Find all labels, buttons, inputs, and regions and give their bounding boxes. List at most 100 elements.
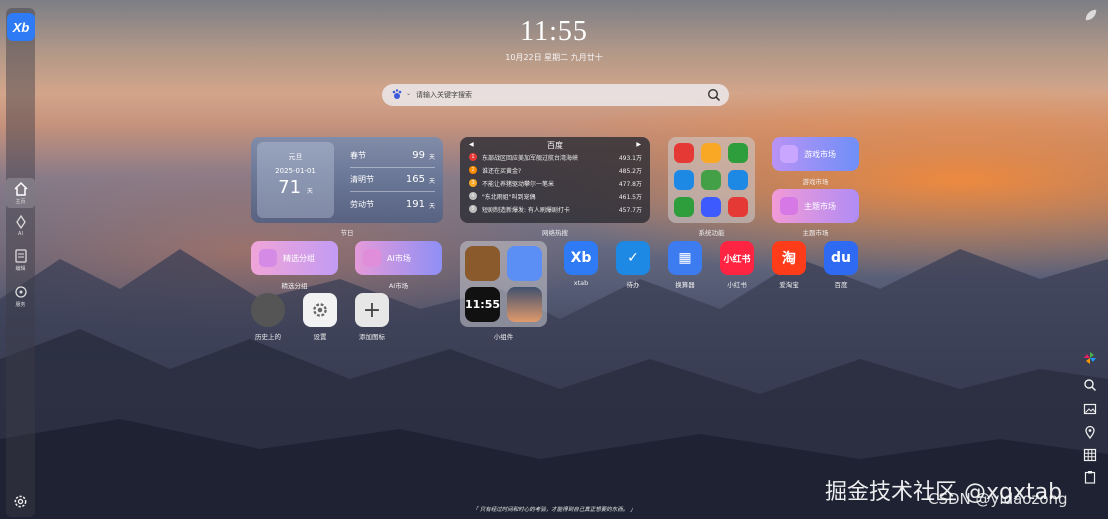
- app-caption: 爱淘宝: [779, 281, 799, 289]
- hot-search-caption: 网络热搜: [542, 229, 568, 237]
- folder-icon: [259, 249, 277, 267]
- hot-search-value: 477.8万: [618, 181, 642, 188]
- app-caption: 百度: [834, 281, 848, 289]
- sysfn-app-icon[interactable]: [728, 170, 748, 190]
- sysfn-app-icon[interactable]: [674, 143, 694, 163]
- pinwheel-icon[interactable]: [1083, 351, 1097, 365]
- app-glyph: ▦: [678, 250, 692, 266]
- clipboard-icon[interactable]: [1083, 470, 1097, 484]
- game-market-caption: 游戏市场: [802, 178, 829, 186]
- settings-app-button[interactable]: [303, 293, 337, 327]
- holiday-widget[interactable]: 元旦 2025-01-01 71 天 春节 99 天 清明节 165 天 劳动节 191 天: [251, 137, 443, 223]
- hot-search-text: "东北雨姐"叫到宠偶: [482, 194, 536, 201]
- featured-group-caption: 精选分组: [281, 282, 308, 290]
- clock-widget[interactable]: 11:55: [465, 287, 500, 322]
- app-caption: 历史上的: [255, 333, 281, 341]
- theme-market-caption: 主题市场: [802, 229, 829, 237]
- robot-icon: [363, 249, 381, 267]
- left-sidebar: Xb 主页 AI 编辑 服务: [6, 8, 35, 517]
- grid-icon[interactable]: [1083, 448, 1097, 462]
- home-icon: [13, 181, 28, 196]
- divider: [350, 191, 435, 192]
- sysfn-app-icon[interactable]: [728, 197, 748, 217]
- app-icon-5[interactable]: du: [824, 241, 858, 275]
- hot-search-text: 不能让养猪驱动攀尔一笔米: [482, 181, 555, 188]
- sidebar-item-edit[interactable]: 编辑: [6, 248, 35, 272]
- hot-search-title: 百度: [547, 141, 563, 150]
- sysfn-app-icon[interactable]: [674, 197, 694, 217]
- hot-search-value: 485.2万: [618, 168, 642, 175]
- app-caption: xtab: [573, 279, 589, 287]
- app-glyph: ✓: [627, 250, 639, 266]
- app-icon-3[interactable]: 小红书: [720, 241, 754, 275]
- rank-badge: 1: [469, 153, 477, 161]
- rank-badge: 3: [469, 179, 477, 187]
- hot-search-item[interactable]: 3 不能让养猪驱动攀尔一笔米 477.8万: [469, 178, 644, 189]
- hot-search-text: 谁还在买黄金?: [482, 168, 522, 175]
- note-icon: [14, 249, 27, 263]
- gear-icon: [313, 303, 327, 317]
- location-icon[interactable]: [1083, 425, 1097, 439]
- rank-badge: 5: [469, 205, 477, 213]
- search-icon[interactable]: [1083, 378, 1097, 392]
- sidebar-item-ai[interactable]: AI: [6, 214, 35, 237]
- ai-market-caption: AI市场: [388, 282, 409, 290]
- sidebar-item-service[interactable]: 服务: [6, 284, 35, 308]
- system-functions-widget[interactable]: [668, 137, 755, 223]
- clock-date: 10月22日 星期二 九月廿十: [505, 53, 603, 62]
- rank-badge: 4: [469, 192, 477, 200]
- holiday-main: 元旦 2025-01-01 71 天: [257, 142, 334, 218]
- app-caption: 待办: [626, 281, 640, 289]
- engine-chevron-icon[interactable]: ⌄: [406, 90, 411, 97]
- image-widget-icon[interactable]: [507, 246, 542, 281]
- sysfn-app-icon[interactable]: [674, 170, 694, 190]
- hot-search-item[interactable]: 5 短剧制造新爆发: 有人刷爆剧打卡 457.7万: [469, 204, 644, 215]
- sidebar-item-home[interactable]: 主页: [6, 178, 35, 208]
- app-icon-0[interactable]: Xb: [564, 241, 598, 275]
- search-bar[interactable]: ⌄ 请输入关键字搜索: [382, 84, 729, 106]
- app-glyph: 淘: [782, 251, 796, 267]
- widgets-group[interactable]: 11:55: [460, 241, 547, 327]
- next-arrow-icon[interactable]: ▶: [636, 141, 641, 148]
- sysfn-app-icon[interactable]: [701, 170, 721, 190]
- baidu-paw-icon[interactable]: [391, 88, 403, 100]
- hot-search-text: 短剧制造新爆发: 有人刷爆剧打卡: [482, 207, 570, 214]
- clock-time: 11:55: [520, 16, 588, 47]
- hot-search-value: 457.7万: [618, 207, 642, 214]
- sysfn-caption: 系统功能: [698, 229, 725, 237]
- watermark-csdn: CSDN @yidaozong: [928, 490, 1068, 508]
- hot-search-item[interactable]: 1 东部战区回应美加军舰过航台湾海峡 493.1万: [469, 152, 644, 163]
- service-icon: [14, 286, 27, 298]
- wallpaper-widget-thumb[interactable]: [507, 287, 542, 322]
- history-avatar[interactable]: [251, 293, 285, 327]
- ai-market-button[interactable]: AI市场: [355, 241, 442, 275]
- hot-search-widget[interactable]: ◀ 百度 ▶ 1 东部战区回应美加军舰过航台湾海峡 493.1万 2 谁还在买黄金? 48…: [460, 137, 650, 223]
- app-caption: 设置: [313, 333, 327, 341]
- app-icon-2[interactable]: ▦: [668, 241, 702, 275]
- sysfn-app-icon[interactable]: [701, 143, 721, 163]
- hot-search-item[interactable]: 4 "东北雨姐"叫到宠偶 461.5万: [469, 191, 644, 202]
- search-icon[interactable]: [707, 88, 721, 102]
- hot-search-value: 493.1万: [618, 155, 642, 162]
- theme-market-button[interactable]: 主题市场: [772, 189, 859, 223]
- app-glyph: Xb: [570, 250, 592, 266]
- app-icon-1[interactable]: ✓: [616, 241, 650, 275]
- holiday-countdown: 71 天: [278, 177, 313, 198]
- game-market-button[interactable]: 游戏市场: [772, 137, 859, 171]
- app-glyph: du: [831, 250, 851, 266]
- sysfn-app-icon[interactable]: [728, 143, 748, 163]
- search-input[interactable]: 请输入关键字搜索: [416, 90, 472, 100]
- sysfn-app-icon[interactable]: [701, 197, 721, 217]
- app-icon-4[interactable]: 淘: [772, 241, 806, 275]
- featured-group-button[interactable]: 精选分组: [251, 241, 338, 275]
- sparkle-icon: [15, 214, 26, 230]
- bread-widget-thumb[interactable]: [465, 246, 500, 281]
- holiday-caption: 节日: [340, 229, 354, 237]
- app-caption: 换算器: [675, 281, 695, 289]
- add-icon-button[interactable]: +: [355, 293, 389, 327]
- app-caption: 添加图标: [359, 333, 385, 341]
- hot-search-item[interactable]: 2 谁还在买黄金? 485.2万: [469, 165, 644, 176]
- hot-search-value: 461.5万: [618, 194, 642, 201]
- image-icon[interactable]: [1083, 402, 1097, 416]
- app-glyph: 小红书: [723, 254, 751, 265]
